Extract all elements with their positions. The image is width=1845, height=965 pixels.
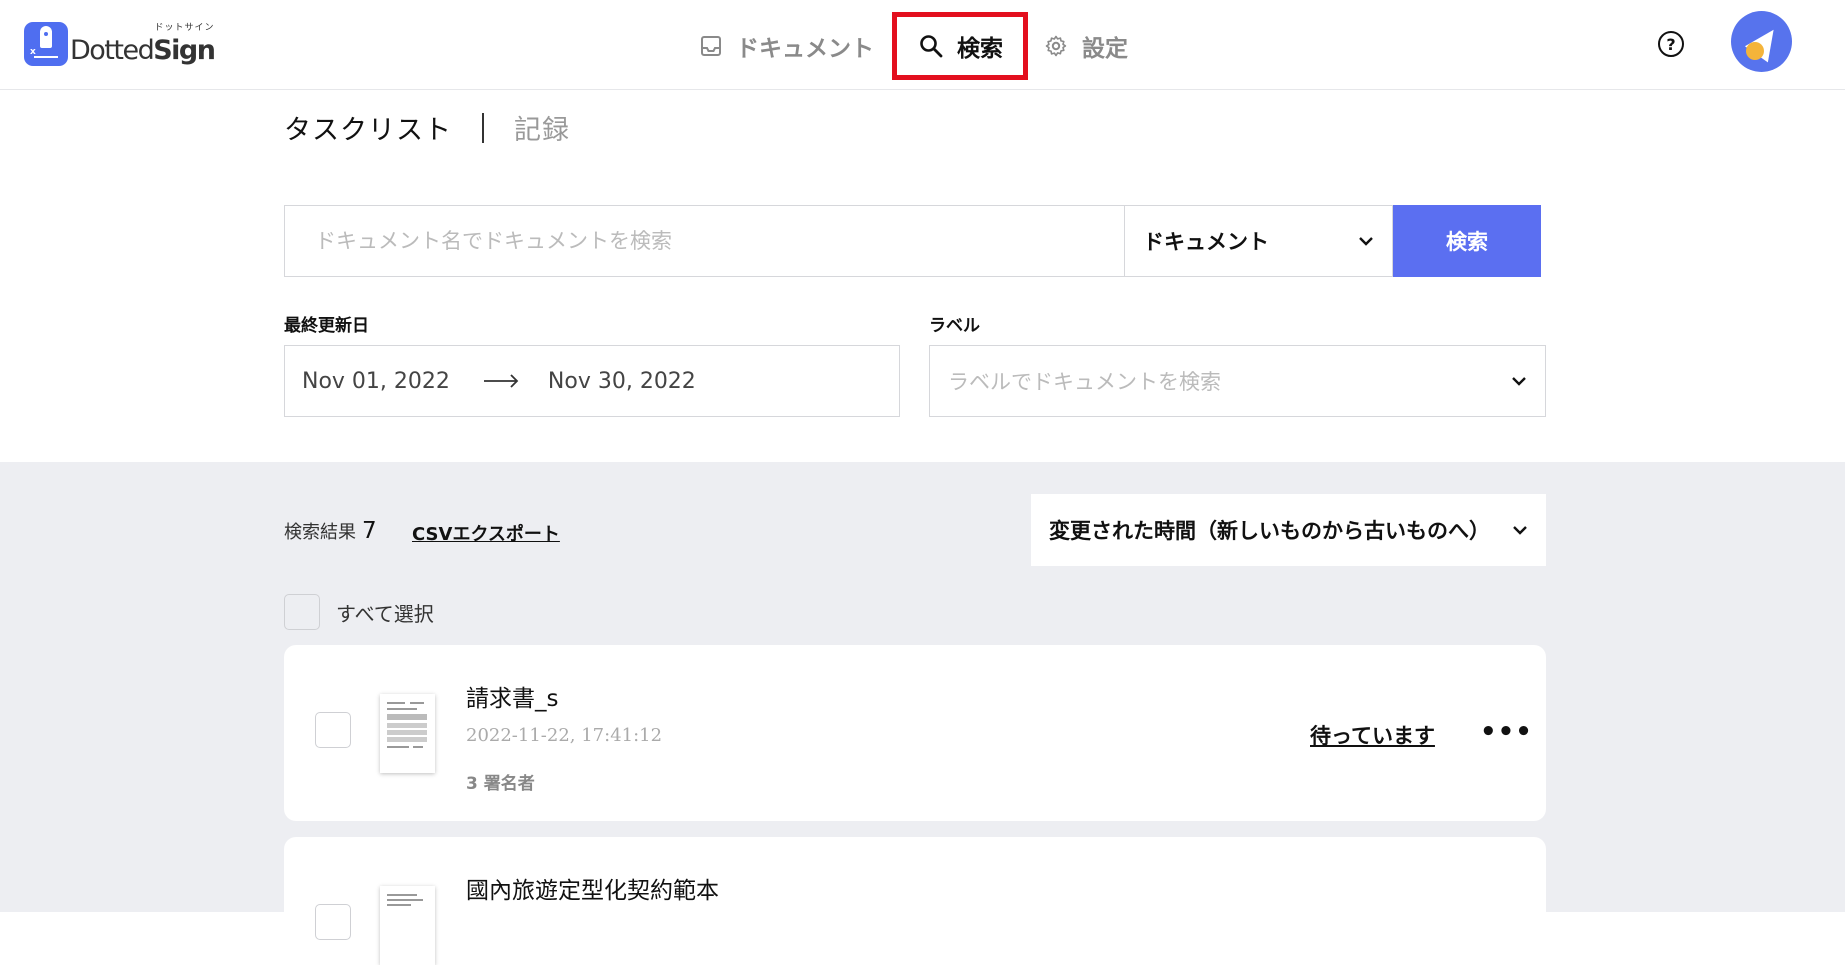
document-title[interactable]: 國內旅遊定型化契約範本 xyxy=(466,871,719,905)
document-card[interactable]: 請求書_s 2022-11-22, 17:41:12 3 署名者 待っています … xyxy=(284,645,1546,821)
nav-search-label: 検索 xyxy=(957,36,1003,62)
nav-settings-label: 設定 xyxy=(1082,36,1128,62)
date-to[interactable]: Nov 30, 2022 xyxy=(548,369,696,394)
inbox-icon xyxy=(701,36,721,56)
document-card[interactable]: 國內旅遊定型化契約範本 xyxy=(284,837,1546,965)
sort-value: 変更された時間（新しいものから古いものへ） xyxy=(1049,519,1490,543)
document-checkbox[interactable] xyxy=(315,904,351,940)
tab-divider xyxy=(482,112,484,143)
logo-pen-icon: x xyxy=(24,22,68,66)
date-from[interactable]: Nov 01, 2022 xyxy=(302,369,450,394)
main-nav: ドキュメント 検索 設定 xyxy=(690,12,1138,80)
label-dropdown[interactable]: ラベルでドキュメントを検索 xyxy=(929,345,1546,417)
chevron-down-icon xyxy=(1512,377,1526,386)
page-tabs: タスクリスト 記録 xyxy=(284,108,570,147)
result-count: 検索結果 7 xyxy=(284,518,377,544)
select-all-label: すべて選択 xyxy=(336,601,434,626)
result-count-label: 検索結果 xyxy=(284,522,356,543)
help-icon[interactable]: ? xyxy=(1658,31,1684,57)
chevron-down-icon xyxy=(1359,237,1373,246)
search-type-value: ドキュメント xyxy=(1143,230,1269,254)
document-thumbnail[interactable] xyxy=(380,694,435,773)
label-filter-label: ラベル xyxy=(929,316,980,336)
document-signers: 3 署名者 xyxy=(466,774,535,794)
nav-search[interactable]: 検索 xyxy=(892,12,1028,80)
nav-settings[interactable]: 設定 xyxy=(1034,12,1138,80)
label-placeholder: ラベルでドキュメントを検索 xyxy=(948,370,1221,394)
search-icon xyxy=(920,35,943,58)
document-thumbnail[interactable] xyxy=(380,886,435,965)
date-range-picker[interactable]: Nov 01, 2022 Nov 30, 2022 xyxy=(284,345,900,417)
tab-task-list[interactable]: タスクリスト xyxy=(284,108,452,147)
search-row: ドキュメント 検索 xyxy=(284,205,1541,277)
nav-documents[interactable]: ドキュメント xyxy=(690,12,884,80)
chevron-down-icon xyxy=(1513,526,1527,535)
document-checkbox[interactable] xyxy=(315,712,351,748)
result-count-value: 7 xyxy=(362,518,377,544)
avatar[interactable] xyxy=(1731,11,1792,72)
document-date: 2022-11-22, 17:41:12 xyxy=(466,725,663,746)
search-button[interactable]: 検索 xyxy=(1393,205,1541,277)
date-filter-label: 最終更新日 xyxy=(284,316,369,336)
logo-name: DottedSign xyxy=(70,35,216,66)
gear-icon xyxy=(1045,35,1067,57)
logo-ruby: ドットサイン xyxy=(154,23,215,33)
document-title[interactable]: 請求書_s xyxy=(466,679,558,713)
document-status-link[interactable]: 待っています xyxy=(1310,720,1435,750)
search-input[interactable] xyxy=(284,205,1124,277)
search-type-dropdown[interactable]: ドキュメント xyxy=(1124,205,1393,277)
more-options-icon[interactable]: ••• xyxy=(1480,717,1533,747)
top-header: x ドットサイン DottedSign ドキュメント 検索 設定 ? xyxy=(0,0,1845,90)
select-all-checkbox[interactable] xyxy=(284,594,320,630)
csv-export-link[interactable]: CSVエクスポート xyxy=(412,520,560,546)
tab-records[interactable]: 記録 xyxy=(514,108,570,147)
app-logo[interactable]: x ドットサイン DottedSign xyxy=(24,18,216,66)
select-all[interactable]: すべて選択 xyxy=(284,594,434,630)
arrow-right-icon xyxy=(483,374,519,388)
nav-documents-label: ドキュメント xyxy=(736,36,874,62)
sort-dropdown[interactable]: 変更された時間（新しいものから古いものへ） xyxy=(1031,494,1546,566)
